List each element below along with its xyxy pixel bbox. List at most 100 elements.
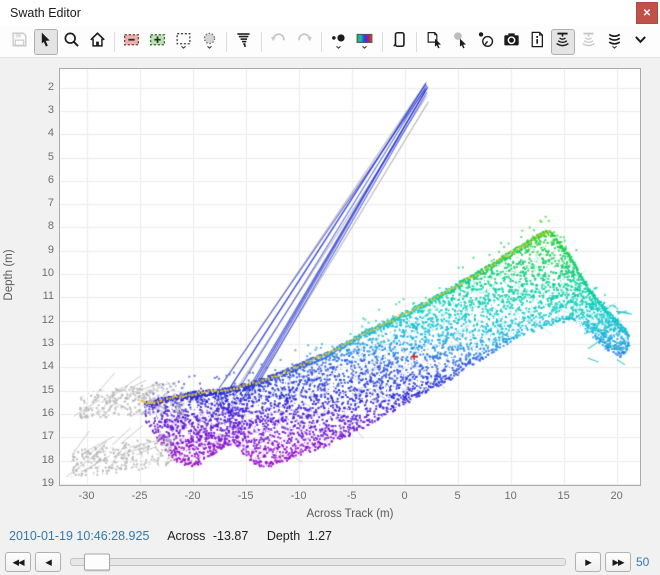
x-tick-label: -30	[67, 490, 107, 502]
y-tick-label: 9	[28, 244, 54, 256]
toolbar-undo-button	[267, 29, 291, 55]
ping-slider-thumb[interactable]	[84, 554, 110, 571]
accept-selection-icon	[148, 30, 167, 54]
status-depth-label: Depth	[267, 529, 300, 543]
redo-icon	[295, 30, 314, 54]
toolbar-beam-cursor-button[interactable]	[448, 29, 472, 55]
toolbar-separator	[226, 32, 227, 52]
x-tick-label: 15	[544, 490, 584, 502]
y-tick-label: 12	[28, 314, 54, 326]
y-tick-label: 10	[28, 267, 54, 279]
select-cursor-icon	[36, 30, 55, 54]
ping-navigation-bar: ◀◀ ◀ ▶ ▶▶ 50	[0, 550, 660, 574]
x-axis-title: Across Track (m)	[59, 508, 641, 520]
toolbar-separator	[416, 32, 417, 52]
y-tick-label: 14	[28, 360, 54, 372]
beam-cursor-icon	[450, 30, 469, 54]
titlebar: Swath Editor ✕	[0, 0, 660, 26]
y-tick-label: 4	[28, 127, 54, 139]
toolbar-redo-button	[292, 29, 316, 55]
reject-selection-icon	[122, 30, 141, 54]
toolbar-color-scale-button[interactable]	[353, 29, 377, 55]
color-scale-icon	[355, 30, 374, 54]
x-tick-label: 10	[491, 490, 531, 502]
window-title: Swath Editor	[10, 6, 81, 20]
toolbar-lasso-select-button[interactable]	[197, 29, 221, 55]
ping-count-label: 50	[636, 555, 652, 569]
toolbar-select-cursor-button[interactable]	[34, 29, 58, 55]
status-readout: 2010-01-19 10:46:28.925 Across -13.87 De…	[9, 529, 347, 543]
ping-cursor-icon	[425, 30, 444, 54]
rectangle-select-icon	[174, 30, 193, 54]
x-tick-label: -15	[226, 490, 266, 502]
toolbar-time-cursor-button[interactable]	[474, 29, 498, 55]
toolbar-snapshot-button[interactable]	[499, 29, 523, 55]
toolbar-multibeam-view-button[interactable]	[603, 29, 627, 55]
toolbar-overflow-button[interactable]	[628, 29, 652, 55]
ping-slider-track[interactable]	[70, 558, 566, 566]
first-ping-button[interactable]: ◀◀	[5, 552, 31, 572]
toolbar-point-size-button[interactable]	[327, 29, 351, 55]
toolbar-accept-selection-button[interactable]	[146, 29, 170, 55]
zoom-icon	[62, 30, 81, 54]
previous-ping-button[interactable]: ◀	[35, 552, 61, 572]
toolbar-separator	[261, 32, 262, 52]
swath-editor-window: Swath Editor ✕ Across Track (m) Depth (m…	[0, 0, 660, 575]
close-button[interactable]: ✕	[636, 2, 658, 24]
toolbar-separator	[321, 32, 322, 52]
home-icon	[88, 30, 107, 54]
y-tick-label: 8	[28, 220, 54, 232]
y-tick-label: 7	[28, 197, 54, 209]
plot-frame	[59, 68, 641, 486]
toolbar-info-button[interactable]	[525, 29, 549, 55]
save-icon	[10, 30, 29, 54]
swath-view-icon	[553, 30, 572, 54]
close-icon: ✕	[643, 8, 651, 19]
toolbar	[0, 26, 660, 58]
swath-view-alt-icon	[579, 30, 598, 54]
next-ping-button[interactable]: ▶	[575, 552, 601, 572]
toolbar-swath-outline-button[interactable]	[387, 29, 411, 55]
toolbar-zoom-button[interactable]	[60, 29, 84, 55]
multibeam-view-icon	[605, 30, 624, 54]
y-tick-label: 15	[28, 384, 54, 396]
y-tick-label: 6	[28, 174, 54, 186]
swath-outline-icon	[390, 30, 409, 54]
toolbar-home-button[interactable]	[85, 29, 109, 55]
info-icon	[528, 30, 547, 54]
toolbar-swath-view-alt-button	[577, 29, 601, 55]
x-tick-label: 5	[438, 490, 478, 502]
undo-icon	[269, 30, 288, 54]
snapshot-icon	[502, 30, 521, 54]
overflow-icon	[631, 30, 650, 54]
y-tick-label: 11	[28, 290, 54, 302]
y-tick-label: 5	[28, 151, 54, 163]
y-tick-label: 3	[28, 104, 54, 116]
last-ping-button[interactable]: ▶▶	[605, 552, 631, 572]
filter-icon	[234, 30, 253, 54]
toolbar-rectangle-select-button[interactable]	[172, 29, 196, 55]
status-timestamp: 2010-01-19 10:46:28.925	[9, 529, 149, 543]
y-tick-label: 19	[28, 477, 54, 489]
y-tick-label: 16	[28, 407, 54, 419]
x-tick-label: 20	[597, 490, 637, 502]
toolbar-swath-view-button[interactable]	[551, 29, 575, 55]
toolbar-separator	[382, 32, 383, 52]
toolbar-filter-button[interactable]	[232, 29, 256, 55]
y-tick-label: 18	[28, 454, 54, 466]
y-axis-title: Depth (m)	[3, 225, 15, 325]
x-tick-label: -25	[120, 490, 160, 502]
x-tick-label: 0	[385, 490, 425, 502]
status-across-label: Across	[167, 529, 205, 543]
status-across-value: -13.87	[213, 529, 248, 543]
y-tick-label: 13	[28, 337, 54, 349]
status-depth-value: 1.27	[308, 529, 332, 543]
x-tick-label: -10	[279, 490, 319, 502]
point-size-icon	[329, 30, 348, 54]
toolbar-reject-selection-button[interactable]	[120, 29, 144, 55]
swath-plot-canvas[interactable]	[60, 69, 640, 485]
x-tick-label: -20	[173, 490, 213, 502]
toolbar-save-button	[8, 29, 32, 55]
toolbar-ping-cursor-button[interactable]	[422, 29, 446, 55]
toolbar-separator	[114, 32, 115, 52]
